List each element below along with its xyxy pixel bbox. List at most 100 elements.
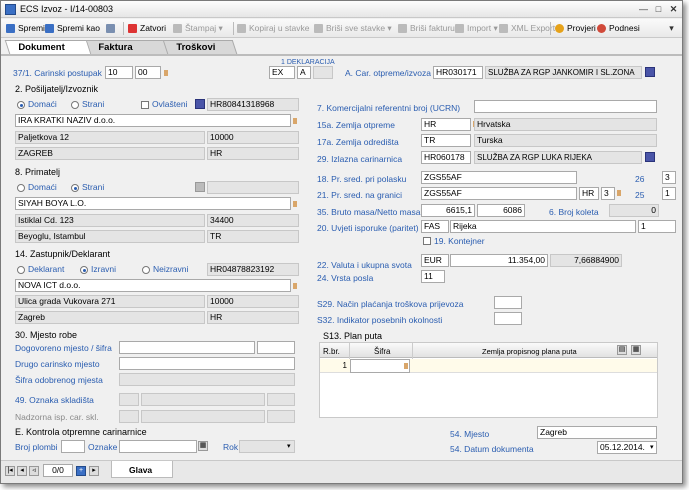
stampaj-button[interactable]: Štampaj ▾ — [173, 21, 223, 36]
toolbar-menu-icon[interactable]: ▾ — [666, 23, 677, 34]
zemlja-otpreme-code[interactable]: HR — [421, 118, 471, 131]
grid-settings-icon[interactable]: ▦ — [631, 345, 641, 355]
print-preview-button[interactable] — [106, 21, 118, 36]
f26-field[interactable]: 3 — [662, 171, 676, 184]
posiljatelj-strani-radio[interactable] — [71, 101, 79, 109]
import-button[interactable]: Import ▾ — [455, 21, 498, 36]
kontejner-checkbox[interactable] — [423, 237, 431, 245]
carinski-postupak-field-2[interactable]: 00 — [135, 66, 161, 79]
bruto-masa-field[interactable]: 6615,1 — [421, 204, 475, 217]
lookup-marker[interactable] — [404, 363, 408, 369]
close-icon[interactable]: ✕ — [668, 4, 679, 15]
tab-faktura[interactable]: Faktura — [84, 40, 170, 54]
pr-polasku-field[interactable]: ZGS55AF — [421, 171, 577, 184]
zastupnik-neizravni-label: Neizravni — [153, 264, 189, 274]
tab-troskovi[interactable]: Troškovi — [162, 40, 238, 54]
skladiste-field-1 — [119, 393, 139, 406]
grid-add-icon[interactable]: ▤ — [617, 345, 627, 355]
izlazna-code[interactable]: HR060178 — [421, 151, 471, 164]
s29-field[interactable] — [494, 296, 522, 309]
zastupnik-izravni-radio[interactable] — [80, 266, 88, 274]
f25-field[interactable]: 1 — [662, 187, 676, 200]
add-record-icon[interactable]: + — [76, 466, 86, 476]
brisi-fakturu-button[interactable]: Briši fakturu — [398, 21, 455, 36]
isporuka-label: 20. Uvjeti isporuke (paritet) — [317, 223, 419, 233]
dogovoreno-sifra[interactable] — [257, 341, 295, 354]
dogovoreno-field[interactable] — [119, 341, 255, 354]
lookup-icon[interactable] — [645, 67, 655, 77]
ucrn-field[interactable] — [474, 100, 657, 113]
lookup-marker[interactable] — [617, 190, 621, 196]
col-zemlja[interactable]: Zemlja propisnog plana puta — [482, 346, 577, 357]
zemlja-odredista-code[interactable]: TR — [421, 134, 471, 147]
valuta-code[interactable]: EUR — [421, 254, 449, 267]
pr-granici-field[interactable]: ZGS55AF — [421, 187, 577, 200]
lookup-marker[interactable] — [293, 283, 297, 289]
spremi-kao-button[interactable]: Spremi kao — [45, 21, 100, 36]
zastupnik-neizravni-radio[interactable] — [142, 266, 150, 274]
prev-page-icon[interactable]: ◃ — [29, 466, 39, 476]
tab-dokument[interactable]: Dokument — [4, 40, 92, 54]
podnesi-button[interactable]: Podnesi — [597, 21, 640, 36]
record-counter[interactable]: 0/0 — [43, 464, 73, 477]
prev-record-icon[interactable]: ◂ — [17, 466, 27, 476]
mjesto-field[interactable]: Zagreb — [537, 426, 657, 439]
carinski-postupak-field-1[interactable]: 10 — [105, 66, 133, 79]
zastupnik-oib: HR04878823192 — [207, 263, 299, 276]
isporuka-mjesto[interactable]: Rijeka — [450, 220, 636, 233]
zastupnik-naziv[interactable]: NOVA ICT d.o.o. — [15, 279, 291, 292]
lookup-icon[interactable] — [195, 99, 205, 109]
pr-granici-drzava[interactable]: HR — [579, 187, 599, 200]
broj-plombi-field[interactable] — [61, 440, 85, 453]
oznake-field[interactable] — [119, 440, 197, 453]
primatelj-domaci-radio[interactable] — [17, 184, 25, 192]
lookup-icon[interactable] — [645, 152, 655, 162]
pr-granici-n[interactable]: 3 — [601, 187, 615, 200]
datum-field[interactable]: 05.12.2014. — [597, 441, 657, 454]
valuta-iznos[interactable]: 11.354,00 — [450, 254, 548, 267]
calendar-icon[interactable]: ▦ — [198, 441, 208, 451]
kopiraj-button[interactable]: Kopiraj u stavke — [237, 21, 309, 36]
lookup-marker[interactable] — [293, 118, 297, 124]
vrsta-posla-field[interactable]: 11 — [421, 270, 445, 283]
valuta-label: 22. Valuta i ukupna svota — [317, 260, 412, 270]
posiljatelj-domaci-radio[interactable] — [17, 101, 25, 109]
chevron-down-icon[interactable]: ▾ — [650, 442, 654, 453]
lookup-icon[interactable] — [195, 182, 205, 192]
isporuka-code[interactable]: FAS — [421, 220, 449, 233]
minimize-icon[interactable]: — — [638, 4, 649, 15]
deklaracija-field-2[interactable]: A — [297, 66, 311, 79]
posiljatelj-naziv[interactable]: IRA KRATKI NAZIV d.o.o. — [15, 114, 291, 127]
spremi-button[interactable]: Spremi — [6, 21, 45, 36]
zatvori-button[interactable]: Zatvori — [128, 21, 166, 36]
isporuka-n[interactable]: 1 — [638, 220, 676, 233]
xml-export-button[interactable]: XML Export — [499, 21, 555, 36]
netto-masa-field[interactable]: 6086 — [477, 204, 525, 217]
provjeri-button[interactable]: Provjeri — [555, 21, 596, 36]
s32-field[interactable] — [494, 312, 522, 325]
zastupnik-mjesto: Zagreb — [15, 311, 205, 324]
drugo-field[interactable] — [119, 357, 295, 370]
ovlasteni-checkbox[interactable] — [141, 101, 149, 109]
chevron-down-icon[interactable]: ▾ — [287, 441, 291, 452]
row-sifra-field[interactable] — [350, 359, 410, 373]
lookup-marker[interactable] — [164, 70, 168, 76]
maximize-icon[interactable]: □ — [653, 4, 664, 15]
nadzorna-field-1 — [119, 410, 139, 423]
posiljatelj-title: 2. Pošiljatelj/Izvoznik — [15, 84, 99, 94]
first-record-icon[interactable]: |◂ — [5, 466, 15, 476]
oznaka-skladista-label: 49. Oznaka skladišta — [15, 395, 94, 405]
brisi-stavke-button[interactable]: Briši sve stavke ▾ — [314, 21, 392, 36]
pr-granici-label: 21. Pr. sred. na granici — [317, 190, 403, 200]
deklaracija-field-1[interactable]: EX — [269, 66, 295, 79]
col-sifra[interactable]: Šifra — [374, 346, 390, 357]
next-record-icon[interactable]: ▸ — [89, 466, 99, 476]
car-otpreme-code[interactable]: HR030171 — [433, 66, 483, 79]
primatelj-strani-radio[interactable] — [71, 184, 79, 192]
zastupnik-deklarant-radio[interactable] — [17, 266, 25, 274]
lookup-marker[interactable] — [293, 201, 297, 207]
primatelj-naziv[interactable]: SIYAH BOYA L.O. — [15, 197, 291, 210]
datum-label: 54. Datum dokumenta — [450, 444, 534, 454]
col-rbr[interactable]: R.br. — [323, 346, 340, 357]
row-rbr: 1 — [342, 361, 347, 370]
